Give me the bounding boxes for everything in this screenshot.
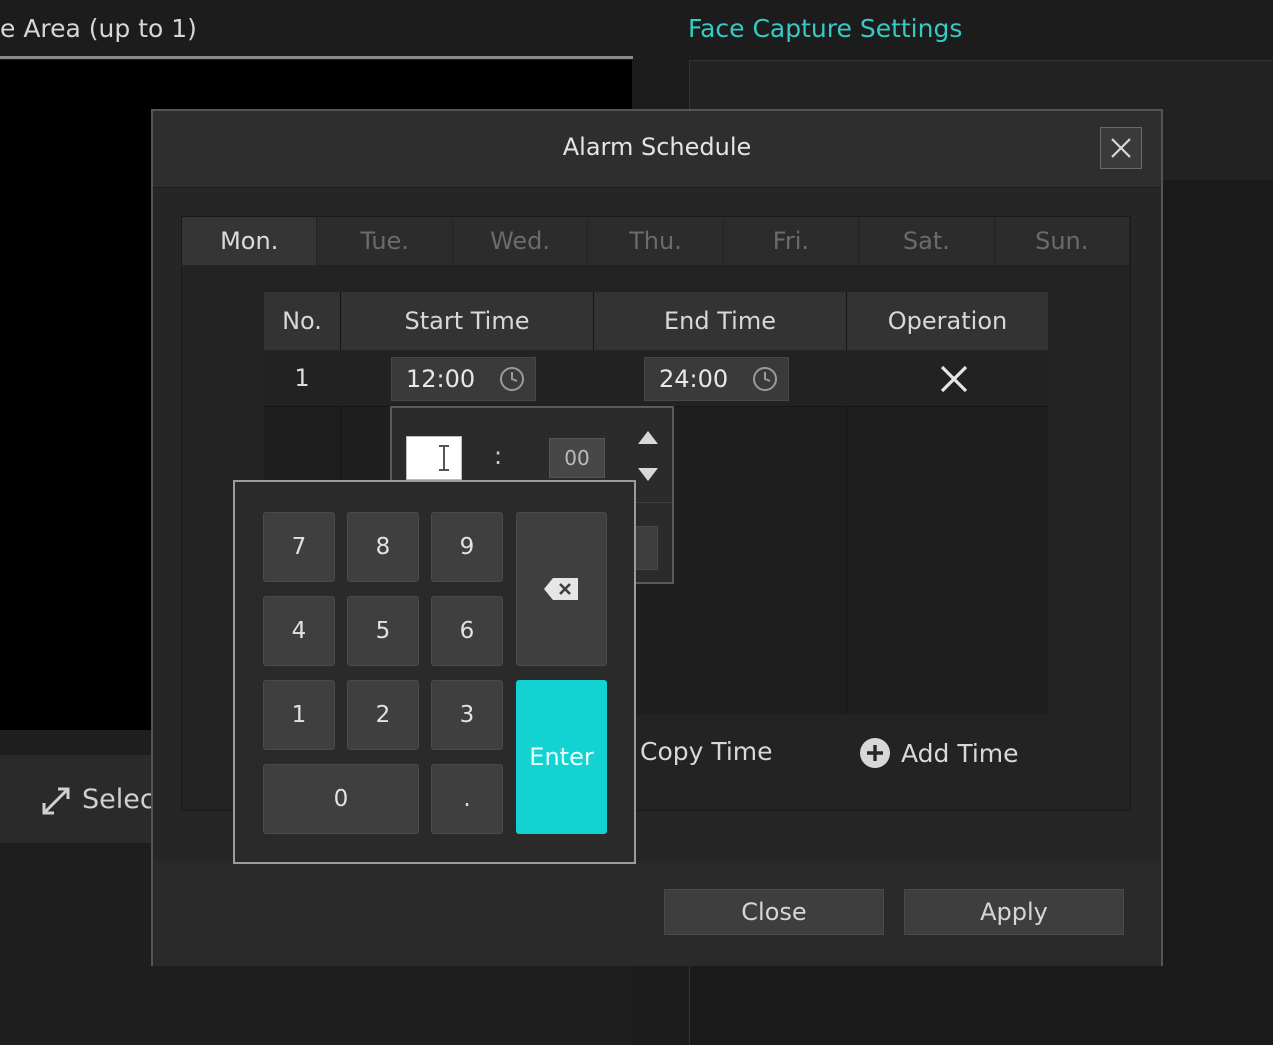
text-cursor-icon — [439, 445, 449, 471]
key-7[interactable]: 7 — [263, 512, 335, 582]
key-1[interactable]: 1 — [263, 680, 335, 750]
backspace-key[interactable] — [516, 512, 607, 666]
close-button[interactable]: Close — [664, 889, 884, 935]
backspace-icon — [543, 578, 578, 600]
time-separator: : — [494, 442, 503, 470]
tab-wed[interactable]: Wed. — [453, 217, 589, 265]
key-6[interactable]: 6 — [431, 596, 503, 666]
tab-sat[interactable]: Sat. — [859, 217, 995, 265]
tab-sun[interactable]: Sun. — [995, 217, 1130, 265]
face-capture-settings-title[interactable]: Face Capture Settings — [688, 14, 962, 43]
key-3[interactable]: 3 — [431, 680, 503, 750]
minute-input[interactable]: 00 — [549, 438, 605, 478]
header-no: No. — [282, 307, 322, 335]
key-2[interactable]: 2 — [347, 680, 419, 750]
copy-time-button[interactable]: Copy Time — [640, 737, 773, 766]
end-time-field[interactable]: 24:00 — [644, 357, 789, 401]
hour-input[interactable] — [406, 436, 462, 480]
expand-arrows-icon — [42, 787, 70, 815]
title-underline — [0, 56, 633, 59]
key-decimal[interactable]: . — [431, 764, 503, 834]
clock-icon — [753, 367, 777, 391]
clock-icon — [500, 367, 524, 391]
apply-button[interactable]: Apply — [904, 889, 1124, 935]
delete-row-icon[interactable] — [939, 364, 969, 394]
tab-mon[interactable]: Mon. — [182, 217, 318, 265]
add-time-label: Add Time — [901, 738, 1019, 768]
end-time-value: 24:00 — [659, 365, 729, 393]
dialog-title: Alarm Schedule — [562, 133, 752, 161]
table-header: No. Start Time End Time Operation — [264, 292, 1048, 350]
triangle-up-icon[interactable] — [634, 426, 662, 448]
header-start-time: Start Time — [404, 307, 530, 335]
key-0[interactable]: 0 — [263, 764, 419, 834]
detection-area-title: e Area (up to 1) — [0, 14, 197, 43]
enter-key[interactable]: Enter — [516, 680, 607, 834]
dialog-close-button[interactable] — [1100, 127, 1142, 169]
key-4[interactable]: 4 — [263, 596, 335, 666]
tab-tue[interactable]: Tue. — [317, 217, 453, 265]
add-time-button[interactable]: Add Time — [859, 737, 1019, 769]
day-tabs: Mon. Tue. Wed. Thu. Fri. Sat. Sun. — [182, 217, 1130, 265]
numeric-keypad: 7 8 9 4 5 6 1 2 3 Enter 0 . — [233, 480, 636, 864]
tab-fri[interactable]: Fri. — [724, 217, 860, 265]
header-operation: Operation — [887, 307, 1008, 335]
select-area-label: Selec — [82, 784, 155, 815]
tab-thu[interactable]: Thu. — [588, 217, 724, 265]
table-row: 1 12:00 24:00 — [264, 350, 1048, 407]
close-icon — [1111, 138, 1131, 158]
key-9[interactable]: 9 — [431, 512, 503, 582]
triangle-down-icon[interactable] — [634, 464, 662, 486]
plus-circle-icon — [860, 738, 890, 768]
start-time-field[interactable]: 12:00 — [391, 357, 536, 401]
key-8[interactable]: 8 — [347, 512, 419, 582]
dialog-footer: Close Apply — [153, 861, 1161, 966]
key-5[interactable]: 5 — [347, 596, 419, 666]
dialog-header: Alarm Schedule — [153, 111, 1161, 188]
header-end-time: End Time — [664, 307, 776, 335]
start-time-value: 12:00 — [406, 365, 476, 393]
row-number: 1 — [294, 364, 310, 392]
